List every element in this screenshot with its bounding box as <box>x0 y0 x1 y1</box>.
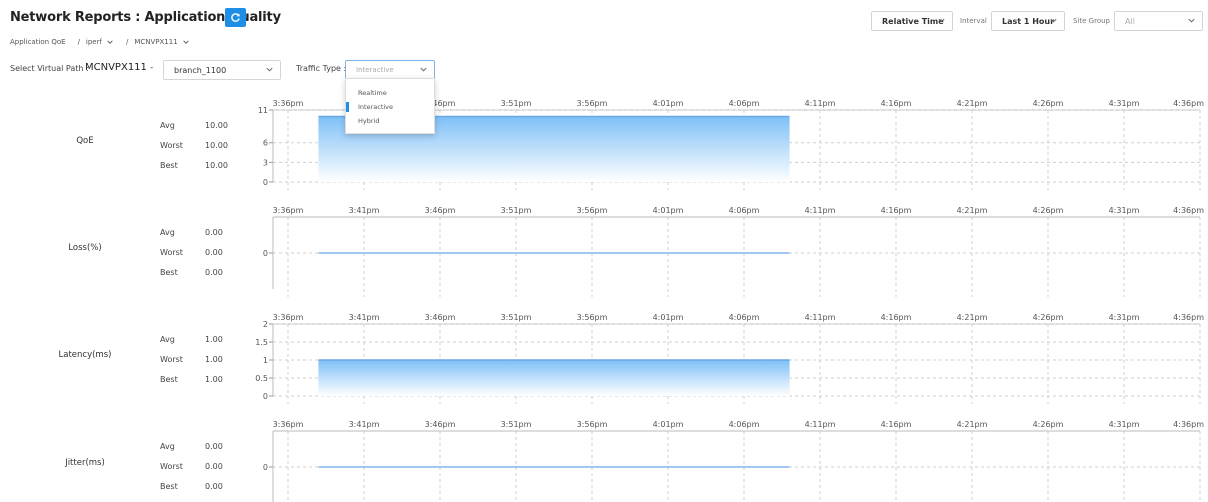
x-tick-label: 4:36pm <box>1173 206 1204 215</box>
selected-option-marker <box>346 102 349 112</box>
y-tick-label: 0 <box>263 463 268 472</box>
x-tick-label: 3:36pm <box>273 313 304 322</box>
x-tick-label: 3:56pm <box>577 99 608 108</box>
traffic-type-dropdown: Realtime Interactive Hybrid <box>345 78 435 134</box>
x-tick-label: 3:36pm <box>273 99 304 108</box>
y-tick-label: 0 <box>263 249 268 258</box>
x-tick-label: 4:01pm <box>653 313 684 322</box>
x-tick-label: 4:26pm <box>1033 313 1064 322</box>
x-tick-label: 3:46pm <box>425 420 456 429</box>
x-tick-label: 4:11pm <box>805 420 836 429</box>
x-tick-label: 3:51pm <box>501 313 532 322</box>
x-tick-label: 3:56pm <box>577 206 608 215</box>
x-tick-label: 4:26pm <box>1033 206 1064 215</box>
y-tick-label: 2 <box>263 320 268 329</box>
x-tick-label: 3:36pm <box>273 206 304 215</box>
x-tick-label: 3:56pm <box>577 313 608 322</box>
x-tick-label: 4:16pm <box>881 313 912 322</box>
x-tick-label: 3:46pm <box>425 206 456 215</box>
metric-charts: 3:36pm 3:41pm 3:46pm 3:51pm 3:56pm 4:01pm 4:06… <box>255 99 1204 502</box>
x-tick-label: 4:31pm <box>1109 313 1140 322</box>
x-tick-label: 4:11pm <box>805 313 836 322</box>
x-tick-label: 4:01pm <box>653 206 684 215</box>
x-tick-label: 3:51pm <box>501 420 532 429</box>
y-tick-label: 1 <box>263 356 268 365</box>
y-tick-label: 6 <box>263 139 268 148</box>
x-tick-label: 4:21pm <box>957 99 988 108</box>
x-tick-label: 4:11pm <box>805 99 836 108</box>
x-tick-label: 4:16pm <box>881 420 912 429</box>
x-tick-label: 3:51pm <box>501 99 532 108</box>
x-tick-label: 3:41pm <box>349 420 380 429</box>
x-tick-label: 3:41pm <box>349 206 380 215</box>
x-tick-label: 4:21pm <box>957 206 988 215</box>
x-tick-label: 4:21pm <box>957 313 988 322</box>
x-tick-label: 3:51pm <box>501 206 532 215</box>
x-tick-label: 4:01pm <box>653 99 684 108</box>
y-tick-label: 0 <box>263 392 268 401</box>
x-tick-label: 4:26pm <box>1033 99 1064 108</box>
x-tick-label: 4:26pm <box>1033 420 1064 429</box>
y-tick-label: 1.5 <box>255 338 268 347</box>
x-tick-label: 4:06pm <box>729 313 760 322</box>
y-tick-label: 0 <box>263 178 268 187</box>
x-tick-label: 3:46pm <box>425 313 456 322</box>
y-tick-label: 0.5 <box>255 374 268 383</box>
x-tick-label: 4:36pm <box>1173 99 1204 108</box>
y-tick-label: 3 <box>263 158 268 167</box>
x-tick-label: 4:01pm <box>653 420 684 429</box>
x-tick-label: 4:21pm <box>957 420 988 429</box>
x-tick-label: 4:16pm <box>881 99 912 108</box>
x-tick-label: 4:11pm <box>805 206 836 215</box>
x-tick-label: 4:31pm <box>1109 99 1140 108</box>
x-tick-label: 4:06pm <box>729 420 760 429</box>
traffic-type-option-realtime[interactable]: Realtime <box>358 89 387 97</box>
x-tick-label: 3:41pm <box>349 313 380 322</box>
x-tick-label: 3:36pm <box>273 420 304 429</box>
x-tick-label: 3:56pm <box>577 420 608 429</box>
x-tick-label: 4:06pm <box>729 206 760 215</box>
y-tick-label: 11 <box>258 106 268 115</box>
x-tick-label: 4:36pm <box>1173 420 1204 429</box>
traffic-type-option-hybrid[interactable]: Hybrid <box>358 117 379 125</box>
x-tick-label: 4:06pm <box>729 99 760 108</box>
x-tick-label: 4:31pm <box>1109 206 1140 215</box>
x-tick-label: 4:36pm <box>1173 313 1204 322</box>
x-tick-label: 4:16pm <box>881 206 912 215</box>
x-tick-label: 4:31pm <box>1109 420 1140 429</box>
series-area <box>318 360 790 396</box>
traffic-type-option-interactive[interactable]: Interactive <box>358 103 393 111</box>
